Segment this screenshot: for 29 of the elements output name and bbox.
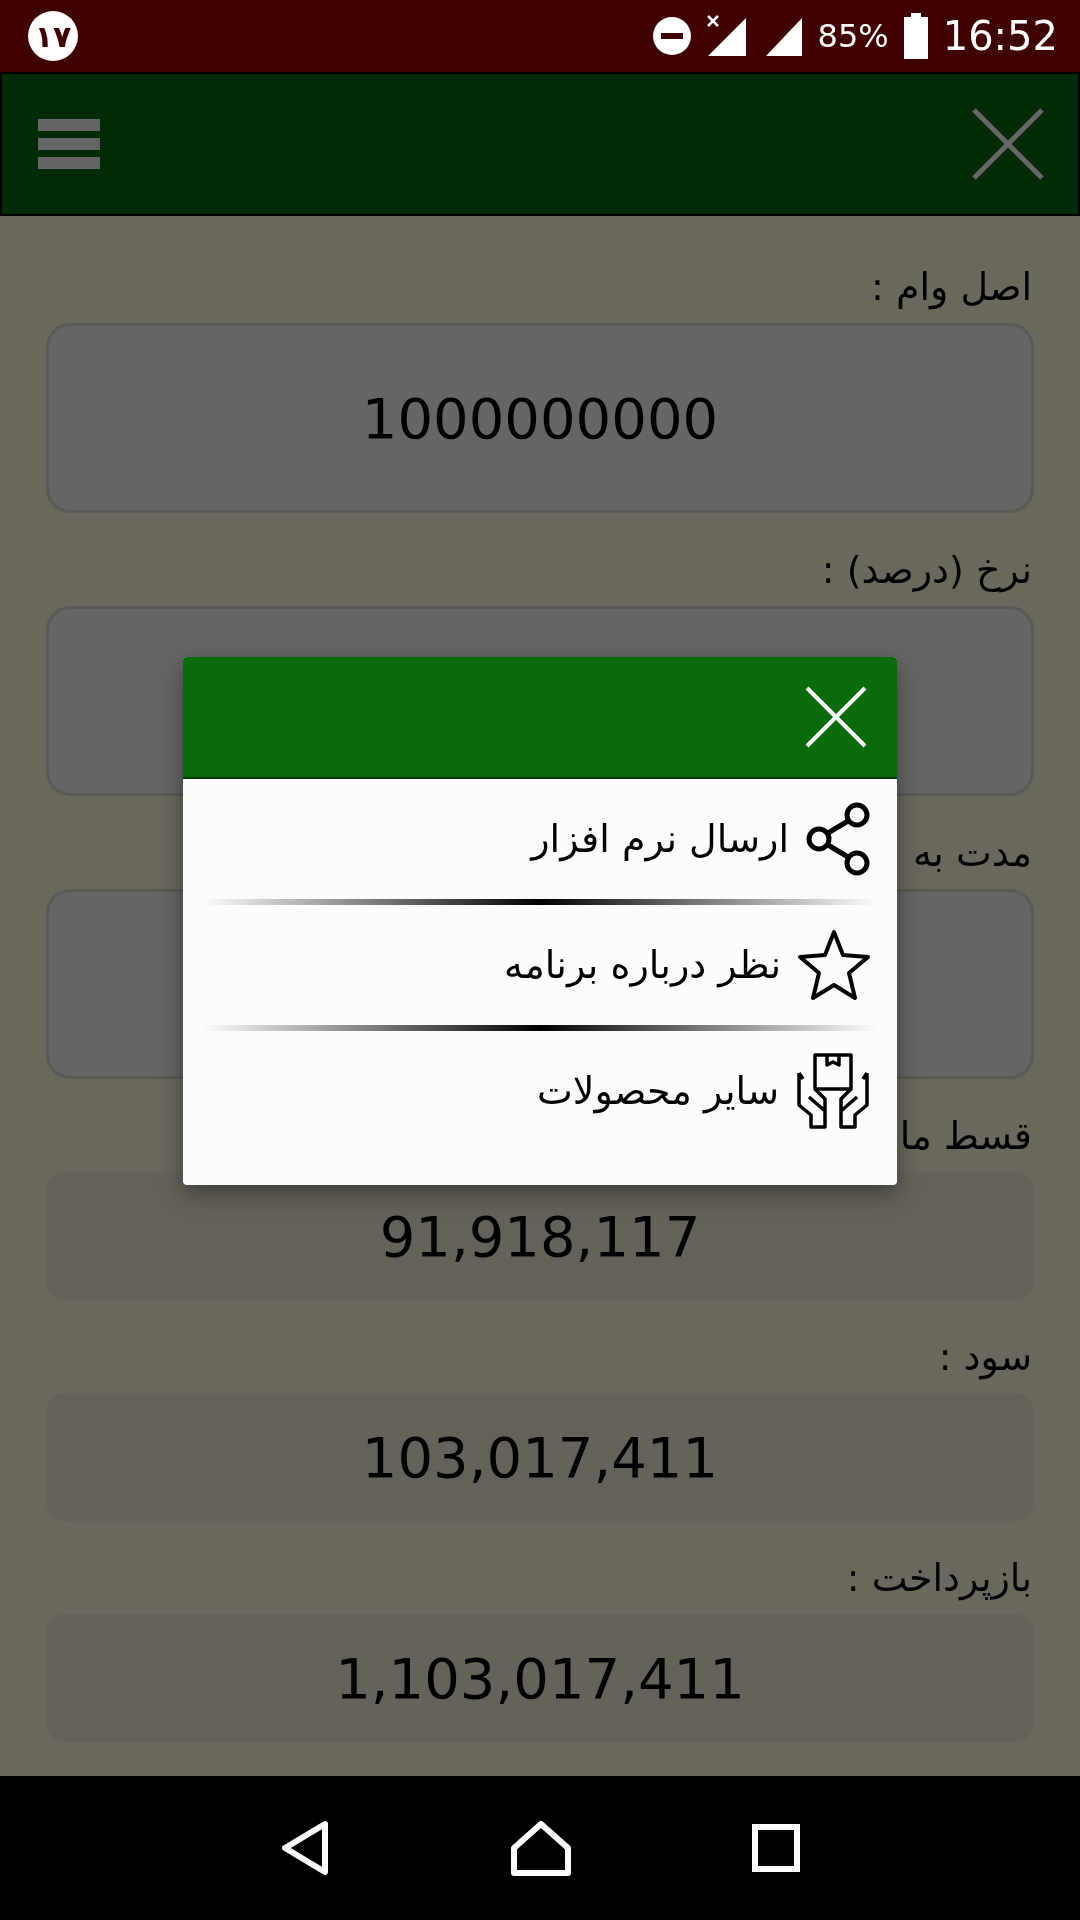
- battery-icon: [902, 13, 929, 59]
- back-icon[interactable]: [280, 1820, 330, 1876]
- menu-item-label: نظر درباره برنامه: [504, 943, 781, 987]
- result-field: 103,017,411: [46, 1393, 1034, 1521]
- home-icon[interactable]: [510, 1820, 572, 1876]
- clock: 16:52: [942, 13, 1058, 59]
- battery-percent: 85%: [817, 17, 889, 55]
- input-field[interactable]: 1000000000: [46, 323, 1034, 513]
- menu-item[interactable]: نظر درباره برنامه: [183, 905, 897, 1025]
- field-label: قسط ما: [899, 1114, 1032, 1158]
- menu-icon[interactable]: [38, 119, 100, 169]
- result-field: 1,103,017,411: [46, 1614, 1034, 1742]
- menu-item[interactable]: ارسال نرم افزار: [183, 779, 897, 899]
- field-label: اصل وام :: [871, 265, 1032, 309]
- star-icon: [797, 929, 871, 1001]
- share-icon: [805, 801, 871, 877]
- field-label: مدت به: [912, 831, 1032, 875]
- result-field: 91,918,117: [46, 1172, 1034, 1300]
- field-label: سود :: [938, 1335, 1032, 1379]
- field-label: نرخ (درصد) :: [821, 548, 1032, 592]
- hands-box-icon: [795, 1053, 871, 1129]
- menu-item-label: سایر محصولات: [537, 1069, 779, 1113]
- field-label: بازپرداخت :: [846, 1556, 1032, 1600]
- notification-badge: ۱۷: [28, 11, 78, 61]
- menu-item-label: ارسال نرم افزار: [531, 817, 789, 861]
- recents-icon[interactable]: [752, 1824, 800, 1872]
- menu-item[interactable]: سایر محصولات: [183, 1031, 897, 1151]
- do-not-disturb-icon: [651, 16, 692, 56]
- close-icon[interactable]: [972, 108, 1044, 180]
